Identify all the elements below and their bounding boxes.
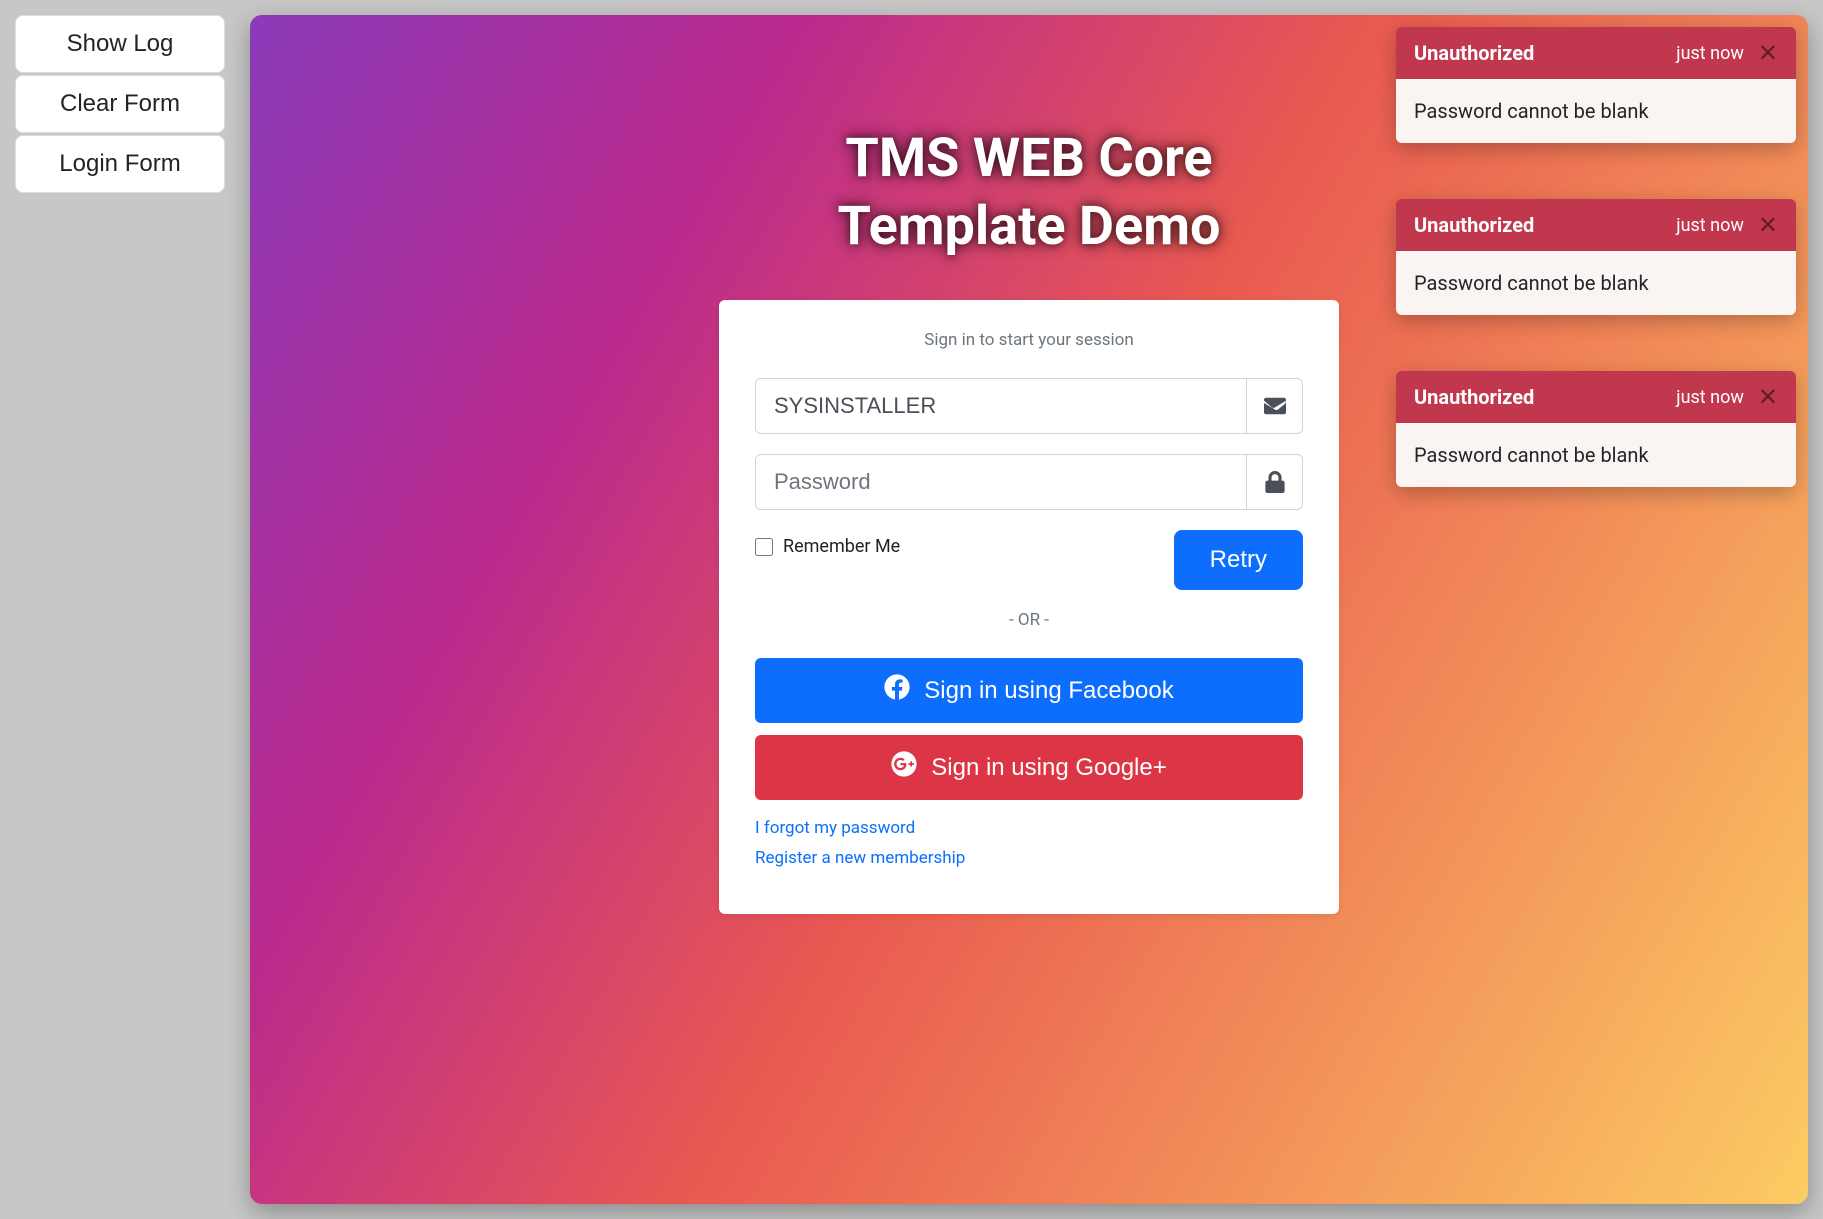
- facebook-signin-label: Sign in using Facebook: [924, 677, 1174, 705]
- toast-timestamp: just now: [1676, 387, 1744, 408]
- login-links: I forgot my password Register a new memb…: [755, 818, 1303, 868]
- toast-header: Unauthorized just now ✕: [1396, 27, 1796, 79]
- register-link[interactable]: Register a new membership: [755, 848, 1303, 868]
- envelope-icon: [1246, 379, 1302, 433]
- toast-title: Unauthorized: [1414, 41, 1676, 65]
- remember-me-label[interactable]: Remember Me: [755, 536, 900, 557]
- toast-timestamp: just now: [1676, 43, 1744, 64]
- toast-header: Unauthorized just now ✕: [1396, 199, 1796, 251]
- title-line-1: TMS WEB Core: [845, 127, 1212, 190]
- login-card: Sign in to start your session Remember M…: [719, 300, 1339, 914]
- google-plus-icon: [891, 751, 917, 784]
- remember-me-text: Remember Me: [783, 536, 900, 557]
- main-panel: TMS WEB Core Template Demo Sign in to st…: [250, 15, 1808, 1204]
- left-sidebar-buttons: Show Log Clear Form Login Form: [15, 15, 225, 193]
- toast-body: Password cannot be blank: [1396, 251, 1796, 315]
- clear-form-button[interactable]: Clear Form: [15, 75, 225, 133]
- facebook-signin-button[interactable]: Sign in using Facebook: [755, 658, 1303, 723]
- close-icon[interactable]: ✕: [1758, 213, 1778, 237]
- retry-button[interactable]: Retry: [1174, 530, 1303, 590]
- or-divider: - OR -: [755, 610, 1303, 630]
- toast-title: Unauthorized: [1414, 385, 1676, 409]
- username-input[interactable]: [756, 379, 1246, 433]
- toast-unauthorized: Unauthorized just now ✕ Password cannot …: [1396, 371, 1796, 487]
- remember-me-checkbox[interactable]: [755, 538, 773, 556]
- toast-container: Unauthorized just now ✕ Password cannot …: [1396, 27, 1796, 487]
- password-input[interactable]: [756, 455, 1246, 509]
- forgot-password-link[interactable]: I forgot my password: [755, 818, 1303, 838]
- google-signin-button[interactable]: Sign in using Google+: [755, 735, 1303, 800]
- toast-header: Unauthorized just now ✕: [1396, 371, 1796, 423]
- title-line-2: Template Demo: [838, 195, 1221, 258]
- toast-timestamp: just now: [1676, 215, 1744, 236]
- toast-unauthorized: Unauthorized just now ✕ Password cannot …: [1396, 199, 1796, 315]
- password-group: [755, 454, 1303, 510]
- login-form-button[interactable]: Login Form: [15, 135, 225, 193]
- lock-icon: [1246, 455, 1302, 509]
- show-log-button[interactable]: Show Log: [15, 15, 225, 73]
- remember-row: Remember Me Retry: [755, 530, 1303, 590]
- signin-prompt: Sign in to start your session: [755, 330, 1303, 350]
- username-group: [755, 378, 1303, 434]
- toast-body: Password cannot be blank: [1396, 79, 1796, 143]
- toast-unauthorized: Unauthorized just now ✕ Password cannot …: [1396, 27, 1796, 143]
- google-signin-label: Sign in using Google+: [931, 754, 1167, 782]
- toast-title: Unauthorized: [1414, 213, 1676, 237]
- close-icon[interactable]: ✕: [1758, 41, 1778, 65]
- close-icon[interactable]: ✕: [1758, 385, 1778, 409]
- facebook-icon: [884, 674, 910, 707]
- toast-body: Password cannot be blank: [1396, 423, 1796, 487]
